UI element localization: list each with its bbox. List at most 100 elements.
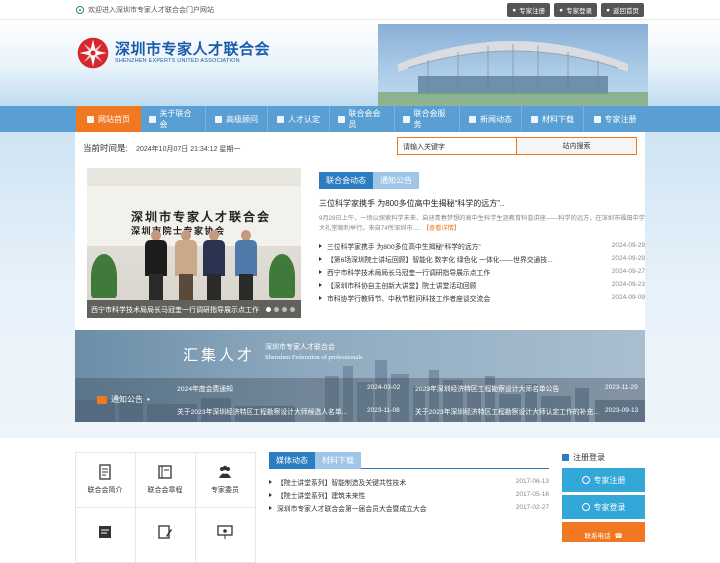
welcome-icon	[76, 6, 84, 14]
news-list: 三位科学家携手 为800多位高中生揭秘“科学的远方” 2024-09-29 【第6…	[319, 239, 645, 304]
certificate-icon	[277, 115, 284, 123]
slider-dot[interactable]	[274, 307, 279, 312]
media-news-list: 【院士讲堂系列】智能制造及关键共性技术 2017-06-13 【院士讲堂系列】建筑…	[269, 475, 549, 514]
convention-center-image	[378, 24, 648, 106]
read-more-link[interactable]: 【查看详情】	[423, 225, 460, 232]
slider-person	[203, 230, 225, 300]
nav-item-news[interactable]: 新闻动态	[459, 106, 521, 132]
members-icon	[338, 115, 345, 123]
login-panel-title: 注册登录	[562, 450, 645, 465]
main-content: 当前时间是: 2024年10月07日 21:34:12 星期一 请输入关键字 站…	[75, 132, 645, 330]
quick-link-intro[interactable]: 联合会简介	[74, 451, 136, 508]
plant-decoration	[269, 254, 295, 298]
tab-association-news[interactable]: 联合会动态	[319, 172, 373, 189]
notice-item-date: 2023-09-13	[605, 407, 639, 414]
search-input[interactable]: 请输入关键字	[397, 137, 517, 155]
notice-item[interactable]: 2024年度会费通知	[177, 383, 233, 393]
logo-text: 深圳市专家人才联合会 SHENZHEN EXPERTS UNITED ASSOC…	[115, 41, 271, 65]
nav-item-downloads[interactable]: 材料下载	[521, 106, 583, 132]
talent-banner: 汇集人才 深圳市专家人才联合会 Shenzhen Federation of p…	[75, 330, 645, 422]
expert-login-button[interactable]: 专家登录	[562, 495, 645, 519]
title-marker-icon	[562, 454, 569, 461]
news-headline[interactable]: 三位科学家携手 为800多位高中生揭秘“科学的远方”..	[319, 198, 645, 209]
welcome-message: 欢迎进入深圳市专家人才联合会门户网站	[76, 5, 214, 15]
notice-label: 通知公告 •	[97, 394, 150, 405]
logo-english-name: SHENZHEN EXPERTS UNITED ASSOCIATION	[115, 58, 240, 64]
banner-subtitle-en: Shenzhen Federation of professionals	[265, 354, 363, 361]
news-summary-text: 9月28日上午，一场以探索科学未来、启迪青春梦想的高中生科学生涯教育科普讲座——…	[319, 215, 645, 232]
user-icon: ●	[512, 6, 517, 14]
news-tabs: 联合会动态 通知公告	[319, 172, 645, 189]
top-register-link[interactable]: ● 专家注册	[507, 3, 551, 17]
notice-item[interactable]: 关于2023年深圳经济特区工程勘察设计大师候选人名单...	[177, 406, 347, 416]
slider-person	[145, 230, 167, 300]
slider-dot[interactable]	[266, 307, 271, 312]
nav-item-members[interactable]: 联合会会员	[329, 106, 394, 132]
news-item[interactable]: 【深圳市科协自主创新大讲堂】院士讲堂活动回顾 2024-09-23	[319, 278, 645, 291]
news-slider[interactable]: 深圳市专家人才联合会 深圳市院士专家协会 西宁市科学技术局局长马冠奎一行调研指导…	[87, 168, 301, 318]
slider-person	[235, 230, 257, 300]
media-news: 媒体动态 材料下载 【院士讲堂系列】智能制造及关键共性技术 2017-06-13 …	[269, 452, 549, 514]
download-icon	[531, 115, 538, 123]
tab-notices[interactable]: 通知公告	[373, 172, 419, 189]
lock-icon: ●	[559, 6, 564, 14]
megaphone-icon	[97, 395, 107, 404]
user-icon	[581, 476, 590, 484]
top-home-link[interactable]: ● 返回首页	[601, 3, 644, 17]
form-icon	[99, 526, 111, 538]
presentation-icon	[217, 525, 233, 539]
notice-item[interactable]: 2023年深圳经济特区工程勘察设计大师名单公告	[415, 383, 559, 393]
nav-item-services[interactable]: 联合会服务	[394, 106, 459, 132]
edit-icon	[158, 525, 172, 539]
user-icon	[215, 115, 222, 123]
nav-item-expert-register[interactable]: 专家注册	[583, 106, 646, 132]
current-time-value: 2024年10月07日 21:34:12 星期一	[136, 146, 241, 153]
top-login-link[interactable]: ● 专家登录	[554, 3, 598, 17]
quick-link-experts[interactable]: 专家委员	[194, 451, 256, 508]
site-search: 请输入关键字 站内搜索	[397, 137, 637, 155]
service-icon	[403, 115, 410, 123]
notice-item-date: 2023-11-29	[605, 384, 638, 391]
current-time: 当前时间是: 2024年10月07日 21:34:12 星期一	[83, 142, 240, 154]
slider-dots	[266, 307, 295, 312]
media-news-item[interactable]: 深圳市专家人才联合会第一届会员大会暨成立大会 2017-02-27	[269, 501, 549, 514]
nav-item-talent-certification[interactable]: 人才认定	[267, 106, 329, 132]
nav-item-home[interactable]: 网站首页	[76, 106, 141, 132]
contact-phone[interactable]: 联系电话 ☎	[562, 522, 645, 542]
quick-link-charter[interactable]: 联合会章程	[134, 451, 196, 508]
slider-dot[interactable]	[282, 307, 287, 312]
logo-emblem-icon	[77, 37, 109, 69]
banner-subtitle-cn: 深圳市专家人才联合会	[265, 344, 335, 351]
notice-item-date: 2024-03-02	[367, 384, 401, 391]
media-news-item[interactable]: 【院士讲堂系列】建筑未来性 2017-05-16	[269, 488, 549, 501]
plant-decoration	[91, 254, 117, 298]
news-item[interactable]: 西宁市科学技术局局长马冠奎一行调研指导展示点工作 2024-09-27	[319, 265, 645, 278]
document-icon	[99, 464, 111, 480]
notice-item[interactable]: 关于2023年深圳经济特区工程勘察设计大师认定工作的补充...	[415, 406, 599, 416]
site-header: 深圳市专家人才联合会 SHENZHEN EXPERTS UNITED ASSOC…	[0, 20, 720, 106]
association-news: 联合会动态 通知公告 三位科学家携手 为800多位高中生揭秘“科学的远方”.. …	[319, 172, 645, 304]
news-icon	[469, 115, 476, 123]
quick-link-edit[interactable]	[134, 506, 196, 563]
expert-register-button[interactable]: 专家注册	[562, 468, 645, 492]
logo-chinese-name: 深圳市专家人才联合会	[115, 41, 271, 58]
experts-icon	[219, 465, 231, 478]
phone-icon: ☎	[614, 533, 623, 540]
quick-link-form[interactable]	[74, 506, 136, 563]
quick-link-presentation[interactable]	[194, 506, 256, 563]
nav-item-about[interactable]: 关于联合会	[141, 106, 205, 132]
media-news-item[interactable]: 【院士讲堂系列】智能制造及关键共性技术 2017-06-13	[269, 475, 549, 488]
slider-dot[interactable]	[290, 307, 295, 312]
search-button[interactable]: 站内搜索	[517, 137, 637, 155]
quick-links-grid: 联合会简介 联合会章程 专家委员	[74, 451, 256, 563]
tab-downloads[interactable]: 材料下载	[315, 452, 361, 469]
slider-photo-sign-1: 深圳市专家人才联合会	[131, 210, 272, 224]
tab-media-news[interactable]: 媒体动态	[269, 452, 315, 469]
notice-strip: 通知公告 • 2024年度会费通知 2024-03-02 2023年深圳经济特区工…	[75, 378, 645, 422]
news-item[interactable]: 市科协学行教师节、中秋节慰问科技工作者座谈交流会 2024-09-09	[319, 291, 645, 304]
news-item[interactable]: 三位科学家携手 为800多位高中生揭秘“科学的远方” 2024-09-29	[319, 239, 645, 252]
notice-item-date: 2023-11-08	[367, 407, 400, 414]
news-item[interactable]: 【第6场深圳院士讲坛回顾】智能化 数字化 绿色化 一体化——世界交通技... 20…	[319, 252, 645, 265]
nav-item-advisors[interactable]: 高级顾问	[205, 106, 267, 132]
site-logo[interactable]: 深圳市专家人才联合会 SHENZHEN EXPERTS UNITED ASSOC…	[76, 36, 270, 70]
